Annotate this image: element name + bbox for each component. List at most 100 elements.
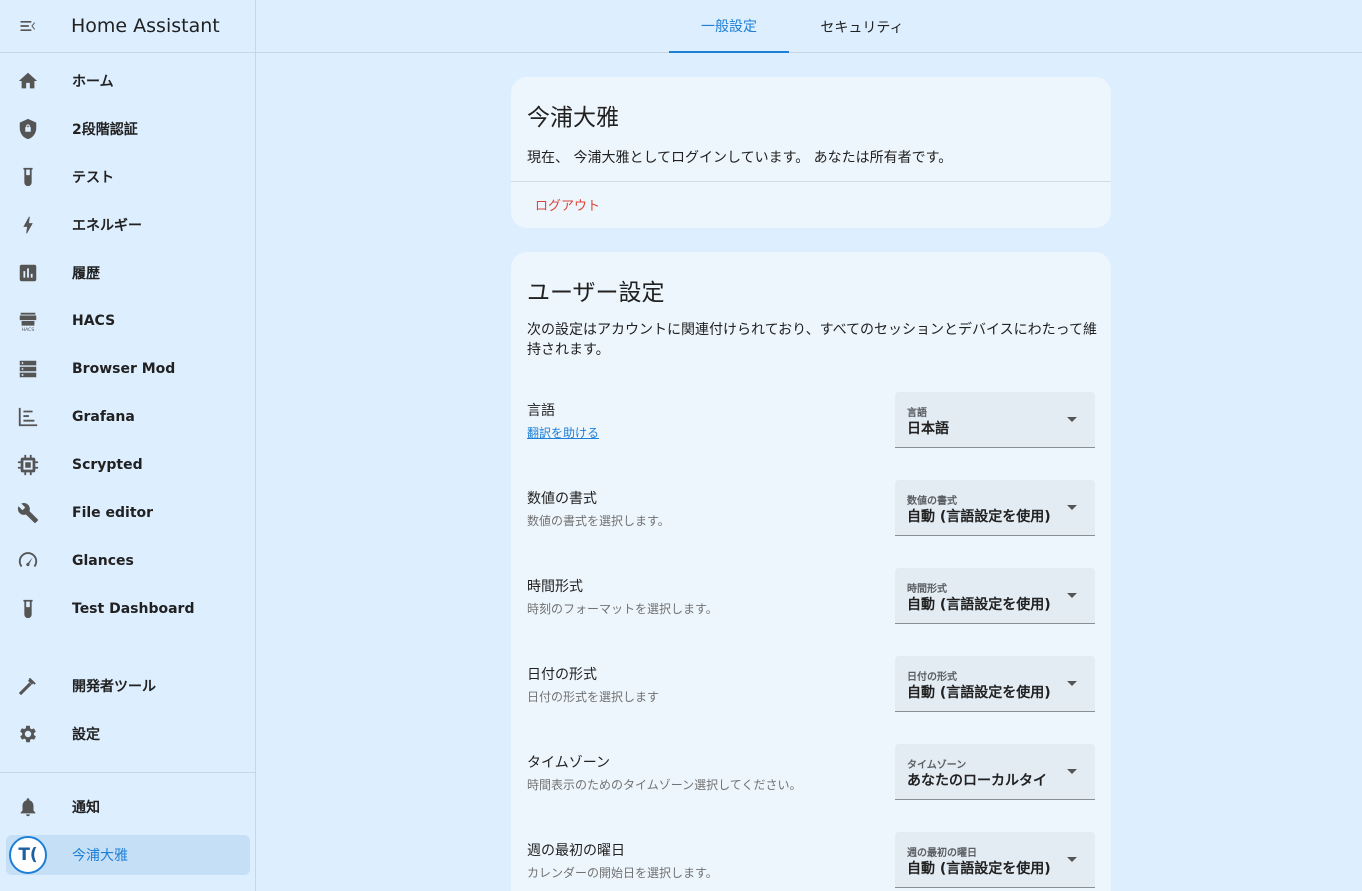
sidebar-item-label: Glances — [72, 553, 134, 569]
first-weekday-select[interactable]: 週の最初の曜日 自動 (言語設定を使用) — [895, 832, 1095, 888]
tab-bar: 一般設定 セキュリティ — [256, 0, 1362, 53]
chart-box-icon — [6, 262, 50, 284]
sidebar-item-file-editor[interactable]: File editor — [6, 493, 250, 533]
select-label: 数値の書式 — [907, 496, 957, 507]
timezone-select[interactable]: タイムゾーン あなたのローカルタイ — [895, 744, 1095, 800]
test-tube-icon — [6, 166, 50, 188]
sidebar-item-label: Test Dashboard — [72, 601, 195, 617]
gauge-icon — [6, 550, 50, 572]
menu-toggle-button[interactable] — [0, 0, 56, 53]
setting-name: 週の最初の曜日 — [527, 843, 625, 859]
sidebar-item-notifications[interactable]: 通知 — [6, 787, 250, 827]
setting-name: 数値の書式 — [527, 491, 597, 507]
chevron-down-icon — [1067, 857, 1077, 862]
time-format-select[interactable]: 時間形式 自動 (言語設定を使用) — [895, 568, 1095, 624]
select-label: 言語 — [907, 408, 927, 419]
sidebar-item-label: 2段階認証 — [72, 122, 138, 138]
sidebar-item-label: Grafana — [72, 409, 135, 425]
setting-row-date-format: 日付の形式 日付の形式を選択します 日付の形式 自動 (言語設定を使用) — [527, 656, 1095, 712]
svg-text:HACS: HACS — [22, 327, 35, 332]
date-format-select[interactable]: 日付の形式 自動 (言語設定を使用) — [895, 656, 1095, 712]
hacs-icon: HACS — [6, 310, 50, 332]
sidebar-item-scrypted[interactable]: Scrypted — [6, 445, 250, 485]
wrench-icon — [6, 502, 50, 524]
setting-description: 日付の形式を選択します — [527, 690, 660, 704]
sidebar-item-label: File editor — [72, 505, 154, 521]
select-label: 時間形式 — [907, 584, 947, 595]
lightning-icon — [6, 214, 50, 236]
sidebar-item-grafana[interactable]: Grafana — [6, 397, 250, 437]
hammer-icon — [6, 675, 50, 697]
sidebar-item-developer-tools[interactable]: 開発者ツール — [6, 666, 250, 706]
gear-icon — [6, 723, 50, 745]
select-label: タイムゾーン — [907, 760, 967, 771]
sidebar-item-hacs[interactable]: HACS HACS — [6, 301, 250, 341]
select-value: 日本語 — [907, 421, 949, 437]
chart-timeline-icon — [6, 406, 50, 428]
test-tube-icon — [6, 598, 50, 620]
select-value: 自動 (言語設定を使用) — [907, 597, 1051, 613]
select-value: 自動 (言語設定を使用) — [907, 685, 1051, 701]
sidebar-item-label: テスト — [72, 170, 114, 186]
chevron-down-icon — [1067, 417, 1077, 422]
setting-description: カレンダーの開始日を選択します。 — [527, 866, 718, 880]
sidebar-item-test-dashboard[interactable]: Test Dashboard — [6, 589, 250, 629]
user-settings-title: ユーザー設定 — [527, 280, 665, 306]
sidebar-item-label: 履歴 — [72, 266, 100, 282]
chevron-down-icon — [1067, 681, 1077, 686]
setting-name: タイムゾーン — [527, 755, 611, 771]
sidebar-item-browser-mod[interactable]: Browser Mod — [6, 349, 250, 389]
setting-description: 数値の書式を選択します。 — [527, 514, 670, 528]
setting-row-number-format: 数値の書式 数値の書式を選択します。 数値の書式 自動 (言語設定を使用) — [527, 480, 1095, 536]
sidebar-item-energy[interactable]: エネルギー — [6, 205, 250, 245]
sidebar-item-2fa[interactable]: 2段階認証 — [6, 109, 250, 149]
menu-collapse-icon — [20, 21, 35, 31]
chip-icon — [6, 454, 50, 476]
sidebar-item-label: エネルギー — [72, 218, 142, 234]
avatar: T( — [9, 836, 47, 874]
setting-name: 言語 — [527, 403, 555, 419]
help-translate-link[interactable]: 翻訳を助ける — [527, 424, 599, 441]
user-settings-description: 次の設定はアカウントに関連付けられており、すべてのセッションとデバイスにわたって… — [527, 322, 1097, 358]
login-status-text: 現在、 今浦大雅としてログインしています。 あなたは所有者です。 — [527, 150, 953, 166]
setting-description: 時間表示のためのタイムゾーン選択してください。 — [527, 778, 802, 792]
setting-row-first-weekday: 週の最初の曜日 カレンダーの開始日を選択します。 週の最初の曜日 自動 (言語設… — [527, 832, 1095, 888]
home-icon — [6, 70, 50, 92]
sidebar-item-label: HACS — [72, 313, 116, 329]
setting-row-time-format: 時間形式 時刻のフォーマットを選択します。 時間形式 自動 (言語設定を使用) — [527, 568, 1095, 624]
sidebar-item-label: Browser Mod — [72, 361, 176, 377]
sidebar-item-settings[interactable]: 設定 — [6, 714, 250, 754]
sidebar-divider — [0, 772, 255, 773]
setting-description: 時刻のフォーマットを選択します。 — [527, 602, 718, 616]
logout-button[interactable]: ログアウト — [527, 191, 608, 217]
profile-name: 今浦大雅 — [527, 105, 619, 131]
app-title: Home Assistant — [71, 15, 220, 37]
sidebar-item-profile[interactable]: T( 今浦大雅 — [6, 835, 250, 875]
sidebar-item-label: 開発者ツール — [72, 679, 156, 695]
language-select[interactable]: 言語 日本語 — [895, 392, 1095, 448]
sidebar-header: Home Assistant — [0, 0, 255, 53]
number-format-select[interactable]: 数値の書式 自動 (言語設定を使用) — [895, 480, 1095, 536]
sidebar-item-label: 今浦大雅 — [72, 848, 128, 864]
sidebar-item-label: 通知 — [72, 800, 100, 816]
sidebar-item-history[interactable]: 履歴 — [6, 253, 250, 293]
sidebar-item-home[interactable]: ホーム — [6, 61, 250, 101]
select-label: 日付の形式 — [907, 672, 957, 683]
sidebar: Home Assistant ホーム 2段階認証 テスト エネルギー 履歴 HA… — [0, 0, 256, 891]
sidebar-item-glances[interactable]: Glances — [6, 541, 250, 581]
card-divider — [511, 181, 1111, 182]
select-label: 週の最初の曜日 — [907, 848, 977, 859]
setting-row-timezone: タイムゾーン 時間表示のためのタイムゾーン選択してください。 タイムゾーン あな… — [527, 744, 1095, 800]
chevron-down-icon — [1067, 593, 1077, 598]
bell-icon — [6, 796, 50, 818]
tab-general[interactable]: 一般設定 — [669, 0, 789, 53]
setting-row-language: 言語 翻訳を助ける 言語 日本語 — [527, 392, 1095, 448]
chevron-down-icon — [1067, 769, 1077, 774]
sidebar-item-label: Scrypted — [72, 457, 143, 473]
setting-name: 時間形式 — [527, 579, 583, 595]
sidebar-item-label: ホーム — [72, 74, 114, 90]
setting-name: 日付の形式 — [527, 667, 597, 683]
profile-card: 今浦大雅 現在、 今浦大雅としてログインしています。 あなたは所有者です。 ログ… — [511, 77, 1111, 228]
tab-security[interactable]: セキュリティ — [801, 0, 923, 53]
sidebar-item-test[interactable]: テスト — [6, 157, 250, 197]
